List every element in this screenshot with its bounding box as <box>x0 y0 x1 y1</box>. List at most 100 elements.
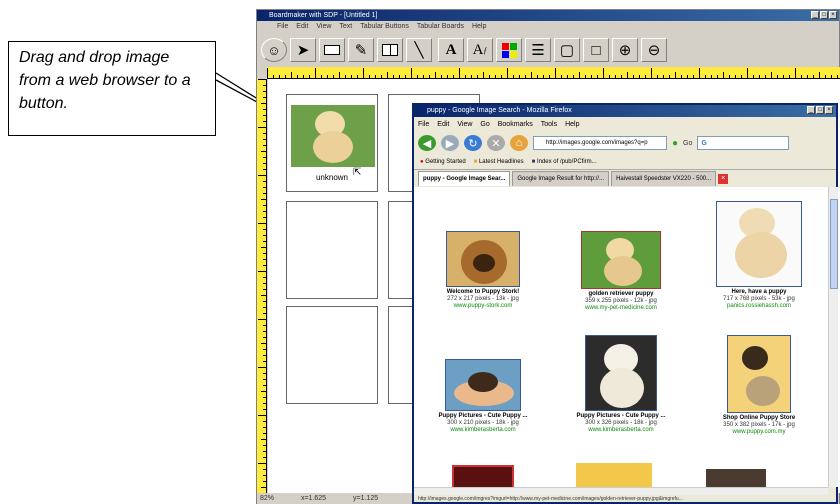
result-thumbnail[interactable] <box>576 463 652 487</box>
result-title[interactable]: Here, have a puppy <box>690 289 828 296</box>
result-item[interactable]: Shop Online Puppy Store 350 x 382 pixels… <box>690 335 828 436</box>
maximize-icon[interactable]: □ <box>820 11 828 19</box>
ruler-tick <box>263 433 266 434</box>
ruler-tick <box>489 75 490 78</box>
zoom-out-icon[interactable]: ⊖ <box>641 38 667 62</box>
back-icon[interactable]: ◀ <box>418 135 436 151</box>
ruler-tick <box>263 427 266 428</box>
bookmark-latest-headlines[interactable]: ■ Latest Headlines <box>474 155 524 169</box>
menu-bookmarks[interactable]: Bookmarks <box>498 118 533 131</box>
ruler-tick <box>645 75 646 78</box>
close-icon[interactable]: × <box>825 106 833 114</box>
scrollbar-thumb[interactable] <box>830 199 838 289</box>
zoom-in-icon[interactable]: ⊕ <box>612 38 638 62</box>
result-thumbnail[interactable] <box>727 335 791 413</box>
ruler-tick <box>531 72 532 78</box>
menu-tabular-boards[interactable]: Tabular Boards <box>417 21 464 32</box>
menu-edit[interactable]: Edit <box>296 21 308 32</box>
menu-help[interactable]: Help <box>565 118 579 131</box>
url-input[interactable]: http://images.google.com/images?q=p <box>533 136 667 150</box>
tab-image-result[interactable]: Google Image Result for http://... <box>512 171 610 186</box>
bookmark-index[interactable]: ■ Index of /pub/PCfirm... <box>532 155 597 169</box>
ruler-tick <box>441 75 442 78</box>
horizontal-scrollbar[interactable] <box>414 487 828 495</box>
result-title[interactable]: Puppy Pictures - Cute Puppy ... <box>414 413 552 420</box>
result-title[interactable]: Puppy Pictures - Cute Puppy ... <box>552 413 690 420</box>
result-title[interactable]: golden retriever puppy <box>552 291 690 298</box>
pointer-icon[interactable]: ➤ <box>290 38 316 62</box>
reload-icon[interactable]: ↻ <box>464 135 482 151</box>
menu-tools[interactable]: Tools <box>541 118 557 131</box>
corner-tool-icon[interactable]: ▢ <box>554 38 580 62</box>
symbol-finder-icon[interactable]: ☺ <box>261 38 287 62</box>
tab-haivestall[interactable]: Haivestall Speedster VX220 - 500... <box>611 171 717 186</box>
menu-view[interactable]: View <box>316 21 331 32</box>
color-tool-icon[interactable] <box>496 38 522 62</box>
result-item[interactable]: Puppy Pictures - Cute Puppy ... 300 x 32… <box>552 335 690 434</box>
result-thumbnail[interactable] <box>581 231 661 289</box>
menu-tabular-buttons[interactable]: Tabular Buttons <box>360 21 409 32</box>
forward-icon[interactable]: ▶ <box>441 135 459 151</box>
result-title[interactable]: Shop Online Puppy Store <box>690 415 828 422</box>
menu-file[interactable]: File <box>277 21 288 32</box>
result-thumbnail[interactable] <box>716 201 802 287</box>
result-item[interactable]: Welcome to Puppy Stork! 272 x 217 pixels… <box>414 231 552 310</box>
maximize-icon[interactable]: □ <box>816 106 824 114</box>
menu-text[interactable]: Text <box>339 21 352 32</box>
ruler-tick <box>825 75 826 78</box>
result-thumbnail[interactable] <box>452 465 514 487</box>
ruler-tick <box>387 72 388 78</box>
result-thumbnail[interactable] <box>446 231 520 287</box>
menu-edit[interactable]: Edit <box>437 118 449 131</box>
bookmark-getting-started[interactable]: ● Getting Started <box>420 155 466 169</box>
close-icon[interactable]: × <box>829 11 837 19</box>
close-tab-icon[interactable]: × <box>718 174 729 184</box>
result-url[interactable]: www.kimberasberta.com <box>414 427 552 434</box>
ruler-tick <box>453 75 454 78</box>
vertical-scrollbar[interactable] <box>828 187 838 487</box>
menu-view[interactable]: View <box>457 118 472 131</box>
tab-label: Haivestall Speedster VX220 - 500... <box>616 176 712 182</box>
result-thumbnail[interactable] <box>585 335 657 411</box>
go-button[interactable]: Go <box>683 140 692 147</box>
menu-file[interactable]: File <box>418 118 429 131</box>
board-cell[interactable] <box>286 201 378 299</box>
ruler-tick <box>261 295 266 296</box>
minimize-icon[interactable]: _ <box>811 11 819 19</box>
menu-go[interactable]: Go <box>480 118 489 131</box>
line-tool-icon[interactable]: ╲ <box>406 38 432 62</box>
url-value: http://images.google.com/images?q=p <box>546 140 648 146</box>
result-url[interactable]: www.puppy.com.my <box>690 429 828 436</box>
line-thickness-icon[interactable]: ☰ <box>525 38 551 62</box>
result-item[interactable]: golden retriever puppy 359 x 255 pixels … <box>552 231 690 312</box>
menu-help[interactable]: Help <box>472 21 486 32</box>
home-icon[interactable]: ⌂ <box>510 135 528 151</box>
result-title[interactable]: Welcome to Puppy Stork! <box>414 289 552 296</box>
board-cell[interactable] <box>286 306 378 404</box>
result-url[interactable]: www.my-pet-medicine.com <box>552 305 690 312</box>
result-url[interactable]: panics.rossiehassh.com <box>690 303 828 310</box>
result-item[interactable]: Puppy Pictures - Cute Puppy ... 300 x 21… <box>414 359 552 434</box>
tab-puppy-search[interactable]: puppy - Google Image Sear... <box>418 171 511 186</box>
text-style-tool-icon[interactable]: Aƒ <box>467 38 493 62</box>
board-cell[interactable]: unknown ⇱ <box>286 94 378 192</box>
search-input[interactable]: G <box>697 136 790 150</box>
result-url[interactable]: www.puppy-stork.com <box>414 303 552 310</box>
minimize-icon[interactable]: _ <box>807 106 815 114</box>
grid-tool-icon[interactable] <box>377 38 403 62</box>
button-tool-icon[interactable] <box>319 38 345 62</box>
result-thumbnail[interactable] <box>445 359 521 411</box>
freeform-tool-icon[interactable]: ✎ <box>348 38 374 62</box>
stop-icon[interactable]: ✕ <box>487 135 505 151</box>
ruler-tick <box>417 75 418 78</box>
go-icon[interactable]: ● <box>672 138 678 149</box>
ruler-tick <box>263 133 266 134</box>
result-url[interactable]: www.kimberasberta.com <box>552 427 690 434</box>
ruler-tick <box>525 75 526 78</box>
text-tool-icon[interactable]: A <box>438 38 464 62</box>
result-thumbnail[interactable] <box>706 469 766 487</box>
bookmark-icon: ■ <box>531 159 536 165</box>
bookmark-label: Getting Started <box>425 159 466 165</box>
result-item[interactable]: Here, have a puppy 717 x 768 pixels - 53… <box>690 201 828 310</box>
frame-tool-icon[interactable]: □ <box>583 38 609 62</box>
